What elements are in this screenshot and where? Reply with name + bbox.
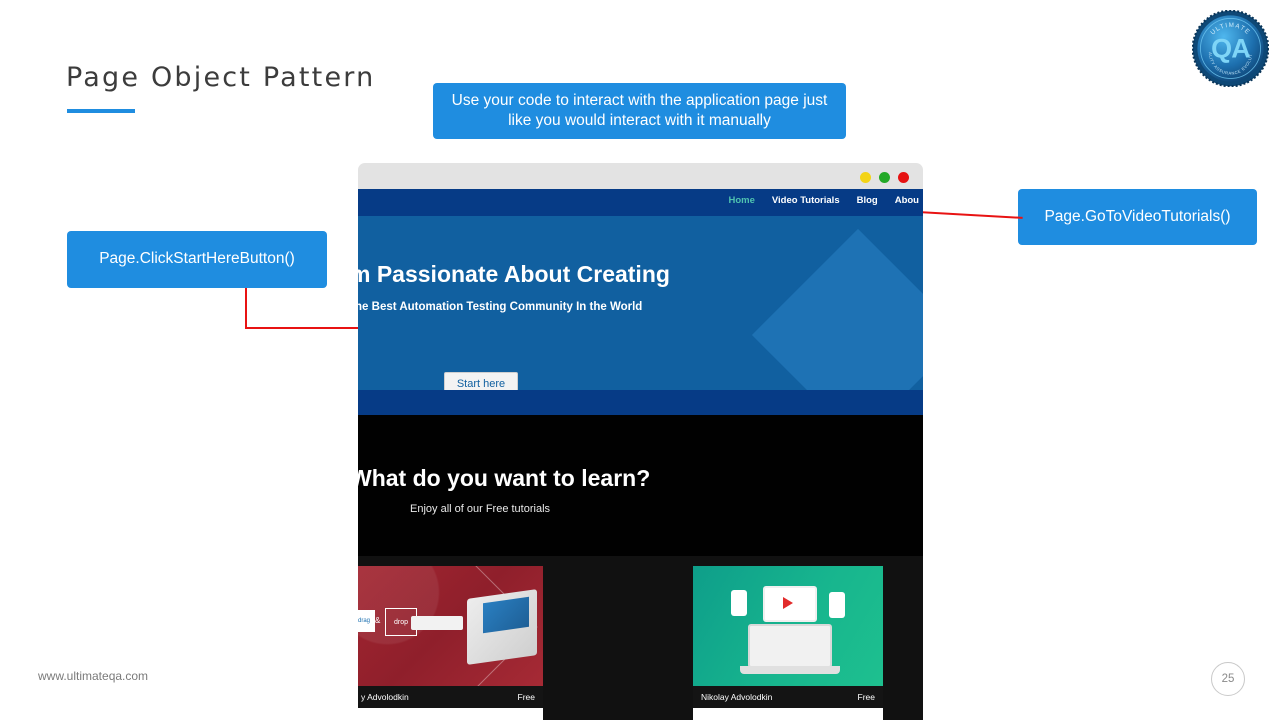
- svg-text:QA: QA: [1211, 34, 1250, 64]
- callout-click-start-here: Page.ClickStartHereButton(): [67, 231, 327, 288]
- window-minimize-icon[interactable]: [860, 172, 871, 183]
- start-here-button[interactable]: Start here: [444, 372, 518, 390]
- learn-subheading: Enjoy all of our Free tutorials: [410, 503, 551, 515]
- course-author: y Advolodkin: [361, 692, 409, 702]
- course-author: Nikolay Advolodkin: [701, 692, 773, 702]
- nav-item-home[interactable]: Home: [728, 195, 754, 206]
- logo-badge-icon: ULTIMATE QUALITY ASSURANCE EVOLUTION QA: [1190, 6, 1270, 88]
- learn-heading: What do you want to learn?: [358, 465, 651, 491]
- callout-top: Use your code to interact with the appli…: [433, 83, 846, 139]
- laptop-icon: [740, 624, 840, 674]
- browser-title-bar: [358, 163, 923, 189]
- callout-top-text: Use your code to interact with the appli…: [451, 91, 828, 129]
- connector-left-vertical: [245, 288, 247, 329]
- hero-subheading: The Best Automation Testing Community In…: [358, 301, 643, 313]
- course-card-footer: y Advolodkin Free: [358, 686, 543, 708]
- site-hero: m Passionate About Creating The Best Aut…: [358, 216, 923, 390]
- nav-item-about[interactable]: Abou: [895, 195, 919, 206]
- site-navbar: Home Video Tutorials Blog Abou: [358, 189, 923, 216]
- course-cards-section: drag & drop y Advolodkin Free Nikolay Ad…: [358, 556, 923, 720]
- site-nav-links: Home Video Tutorials Blog Abou: [728, 195, 919, 206]
- ampersand-label: &: [375, 616, 381, 625]
- course-card[interactable]: Nikolay Advolodkin Free: [693, 566, 883, 720]
- course-card-footer: Nikolay Advolodkin Free: [693, 686, 883, 708]
- phone-icon: [731, 590, 747, 616]
- browser-mockup: Home Video Tutorials Blog Abou m Passion…: [358, 163, 923, 720]
- course-card-body: [693, 708, 883, 720]
- course-price: Free: [517, 692, 535, 702]
- nav-item-video-tutorials[interactable]: Video Tutorials: [772, 195, 840, 206]
- hero-divider-band: [358, 390, 923, 415]
- page-title: Page Object Pattern: [66, 62, 376, 93]
- learn-section: What do you want to learn? Enjoy all of …: [358, 415, 923, 556]
- course-card[interactable]: drag & drop y Advolodkin Free: [358, 566, 543, 720]
- callout-left-text: Page.ClickStartHereButton(): [99, 250, 295, 268]
- title-underline: [67, 109, 135, 113]
- site-url-footer: www.ultimateqa.com: [38, 669, 149, 683]
- hero-heading: m Passionate About Creating: [358, 261, 670, 287]
- course-card-art-video-devices: [693, 566, 883, 686]
- slide-number-badge: 25: [1211, 662, 1245, 696]
- video-player-icon: [763, 586, 817, 622]
- window-maximize-icon[interactable]: [879, 172, 890, 183]
- callout-right-text: Page.GoToVideoTutorials(): [1044, 207, 1231, 225]
- keyboard-icon: [411, 616, 463, 630]
- nav-item-blog[interactable]: Blog: [857, 195, 878, 206]
- callout-go-to-video-tutorials: Page.GoToVideoTutorials(): [1018, 189, 1257, 245]
- course-card-art-drag-drop: drag & drop: [358, 566, 543, 686]
- ultimateqa-logo: ULTIMATE QUALITY ASSURANCE EVOLUTION QA: [1190, 6, 1270, 88]
- window-close-icon[interactable]: [898, 172, 909, 183]
- tablet-icon: [829, 592, 845, 618]
- slide-canvas: Page Object Pattern Use your code to int…: [0, 0, 1280, 720]
- course-card-body: [358, 708, 543, 720]
- drag-label-icon: drag: [358, 610, 375, 632]
- course-price: Free: [857, 692, 875, 702]
